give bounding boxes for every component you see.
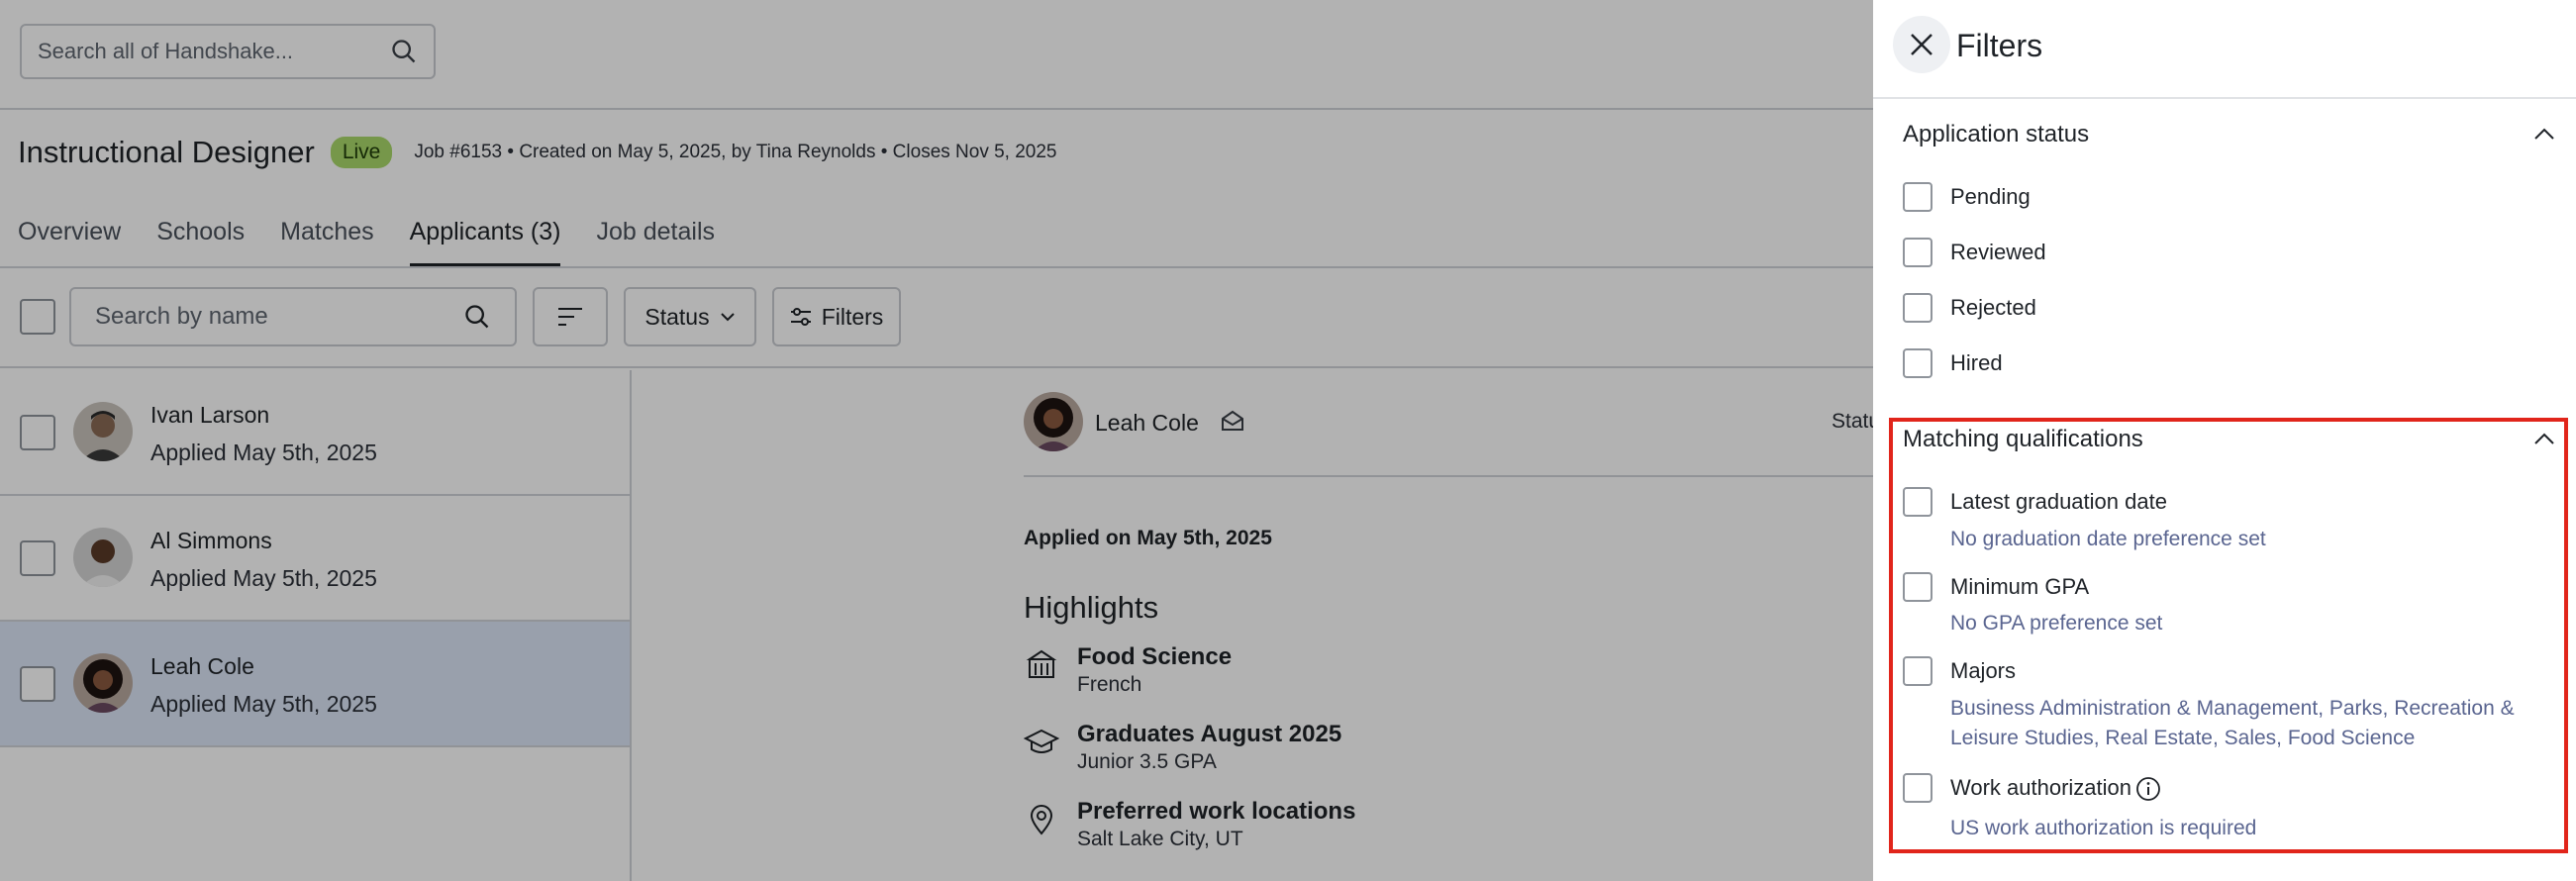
filters-panel-header: Filters (1873, 0, 2576, 99)
filter-option-description: No GPA preference set (1950, 612, 2163, 635)
filter-option-graduation-date[interactable]: Latest graduation date (1903, 487, 2167, 517)
checkbox[interactable] (1903, 656, 1932, 686)
filter-option-description: Business Administration & Management, Pa… (1950, 697, 2515, 749)
filter-option-description: US work authorization is required (1950, 817, 2257, 839)
section-title: Matching qualifications (1903, 426, 2143, 452)
close-button[interactable] (1893, 16, 1950, 73)
work-authorization-label: Work authorization (1950, 775, 2132, 800)
checkbox[interactable] (1903, 293, 1932, 323)
filter-option-label: Latest graduation date (1950, 489, 2167, 514)
section-title: Application status (1903, 121, 2090, 147)
checkbox[interactable] (1903, 487, 1932, 517)
filter-option-label: Pending (1950, 184, 2031, 209)
filter-option-label: Rejected (1950, 295, 2036, 320)
filter-option-work-authorization[interactable]: Work authorization (1903, 773, 2161, 803)
filter-option-reviewed[interactable]: Reviewed (1903, 238, 2046, 267)
checkbox[interactable] (1903, 572, 1932, 602)
filter-option-majors[interactable]: Majors (1903, 656, 2016, 686)
checkbox[interactable] (1903, 182, 1932, 212)
filter-option-label: Majors (1950, 658, 2017, 683)
section-application-status[interactable]: Application status (1903, 121, 2556, 148)
filter-option-label: Hired (1950, 350, 2003, 375)
filter-option-minimum-gpa[interactable]: Minimum GPA (1903, 572, 2089, 602)
filter-option-label: Work authorization (1950, 773, 2161, 803)
filter-option-rejected[interactable]: Rejected (1903, 293, 2036, 323)
info-icon[interactable] (2135, 776, 2161, 802)
filter-option-label: Reviewed (1950, 240, 2046, 264)
filters-panel-title: Filters (1956, 28, 2043, 63)
filter-option-label: Minimum GPA (1950, 574, 2090, 599)
filter-option-pending[interactable]: Pending (1903, 182, 2031, 212)
filter-option-description: No graduation date preference set (1950, 528, 2266, 550)
section-matching-qualifications[interactable]: Matching qualifications (1903, 426, 2556, 453)
filters-panel: Filters Application status Pending Revie… (1873, 0, 2576, 881)
checkbox[interactable] (1903, 348, 1932, 378)
close-icon (1911, 34, 1932, 55)
checkbox[interactable] (1903, 773, 1932, 803)
chevron-up-icon[interactable] (2532, 123, 2556, 147)
filter-option-hired[interactable]: Hired (1903, 348, 2003, 378)
chevron-up-icon[interactable] (2532, 428, 2556, 451)
checkbox[interactable] (1903, 238, 1932, 267)
modal-backdrop[interactable] (0, 0, 1873, 881)
